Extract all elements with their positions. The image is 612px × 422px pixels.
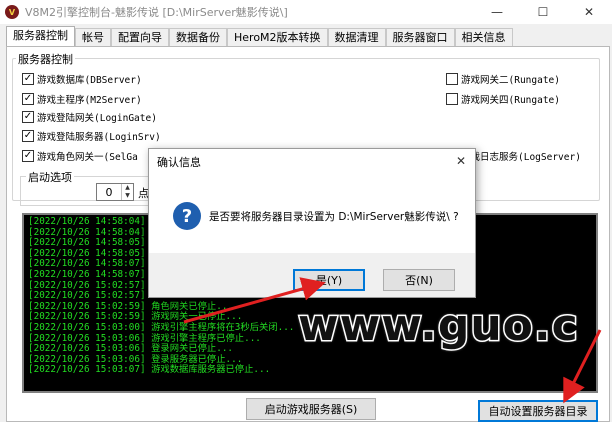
check-logingate[interactable]: 游戏登陆网关(LoginGate) <box>22 110 157 124</box>
auto-set-server-dir-button[interactable]: 自动设置服务器目录 <box>478 400 598 422</box>
check-logserver-label: 游戏日志服务(LogServer) <box>461 152 581 163</box>
startup-options-label: 启动选项 <box>26 169 74 185</box>
close-button[interactable]: ✕ <box>566 0 612 24</box>
confirm-dialog: 确认信息 ✕ ? 是否要将服务器目录设置为 D:\MirServer魅影传说\ … <box>148 148 476 298</box>
dialog-yes-button[interactable]: 是(Y) <box>293 269 365 291</box>
spinner-arrows-icon[interactable]: ▲ ▼ <box>121 184 133 200</box>
check-rungate-2-label: 游戏网关二(Rungate) <box>461 75 560 86</box>
tab-herom2-convert[interactable]: HeroM2版本转换 <box>227 28 328 47</box>
window-controls: — ☐ ✕ <box>474 0 612 24</box>
checkbox-dbserver[interactable] <box>22 73 34 85</box>
check-dbserver-label: 游戏数据库(DBServer) <box>37 75 142 86</box>
dialog-message: 是否要将服务器目录设置为 D:\MirServer魅影传说\ ? <box>209 211 459 223</box>
check-selgate[interactable]: 游戏角色网关一(SelGa <box>22 149 138 163</box>
checkbox-selgate[interactable] <box>22 150 34 162</box>
startup-hour-spinner[interactable]: 0 ▲ ▼ <box>96 183 134 201</box>
tab-data-cleanup[interactable]: 数据清理 <box>327 28 386 47</box>
check-dbserver[interactable]: 游戏数据库(DBServer) <box>22 72 142 86</box>
start-game-server-button[interactable]: 启动游戏服务器(S) <box>246 398 376 420</box>
check-loginsrv-label: 游戏登陆服务器(LoginSrv) <box>37 132 161 143</box>
tab-account[interactable]: 帐号 <box>75 28 111 47</box>
dialog-body: ? 是否要将服务器目录设置为 D:\MirServer魅影传说\ ? <box>149 175 475 253</box>
check-m2server[interactable]: 游戏主程序(M2Server) <box>22 92 142 106</box>
tab-server-control[interactable]: 服务器控制 <box>6 26 75 47</box>
checkbox-m2server[interactable] <box>22 93 34 105</box>
dialog-no-button[interactable]: 否(N) <box>383 269 455 291</box>
tab-strip: 服务器控制 帐号 配置向导 数据备份 HeroM2版本转换 数据清理 服务器窗口… <box>6 26 513 47</box>
check-loginsrv[interactable]: 游戏登陆服务器(LoginSrv) <box>22 129 161 143</box>
tab-data-backup[interactable]: 数据备份 <box>169 28 227 47</box>
check-rungate-2[interactable]: 游戏网关二(Rungate) <box>446 72 560 86</box>
window-title: V8M2引擎控制台-魅影传说 [D:\MirServer魅影传说\] <box>25 6 288 19</box>
title-bar: V V8M2引擎控制台-魅影传说 [D:\MirServer魅影传说\] — ☐… <box>0 0 612 24</box>
tab-related-info[interactable]: 相关信息 <box>454 28 513 47</box>
tab-server-window[interactable]: 服务器窗口 <box>385 28 455 47</box>
app-logo-icon: V <box>5 5 19 19</box>
maximize-button[interactable]: ☐ <box>520 0 566 24</box>
dialog-close-button[interactable]: ✕ <box>453 153 469 169</box>
server-control-group-label: 服务器控制 <box>16 51 75 67</box>
check-rungate-4-label: 游戏网关四(Rungate) <box>461 95 560 106</box>
log-line: [2022/10/26 15:03:07] 游戏数据库服务器已停止... <box>28 364 271 376</box>
question-icon: ? <box>173 202 201 230</box>
watermark-text: www.guo.c <box>297 299 580 353</box>
checkbox-logingate[interactable] <box>22 111 34 123</box>
startup-hour-value: 0 <box>105 185 113 199</box>
dialog-title: 确认信息 <box>149 149 475 175</box>
checkbox-loginsrv[interactable] <box>22 130 34 142</box>
check-logingate-label: 游戏登陆网关(LoginGate) <box>37 113 157 124</box>
tab-config-wizard[interactable]: 配置向导 <box>111 28 169 47</box>
checkbox-rungate-2[interactable] <box>446 73 458 85</box>
check-selgate-label: 游戏角色网关一(SelGa <box>37 152 138 163</box>
minimize-button[interactable]: — <box>474 0 520 24</box>
checkbox-rungate-4[interactable] <box>446 93 458 105</box>
check-m2server-label: 游戏主程序(M2Server) <box>37 95 142 106</box>
check-rungate-4[interactable]: 游戏网关四(Rungate) <box>446 92 560 106</box>
